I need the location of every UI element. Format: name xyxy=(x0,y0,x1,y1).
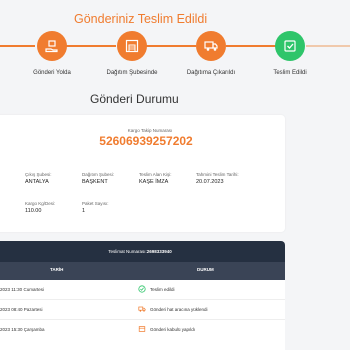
row-status: Teslim edildi xyxy=(150,287,175,292)
step-label-delivered: Teslim Edildi xyxy=(273,70,307,76)
origin-branch-label: Çıkış Şubesi: xyxy=(25,172,52,177)
delivery-truck-icon xyxy=(204,41,218,51)
delivery-branch-label: Dağıtım Şubesi: xyxy=(82,172,115,177)
step-label-out-for-delivery: Dağıtıma Çıkarıldı xyxy=(186,70,236,76)
delivery-number-label: Teslimat Numarası: xyxy=(108,249,147,254)
progress-line xyxy=(0,45,35,47)
box-icon xyxy=(138,326,146,332)
page-title: Gönderiniz Teslim Edildi xyxy=(74,12,208,26)
progress-line xyxy=(226,45,276,47)
progress-line xyxy=(306,45,350,47)
delivered-package-icon xyxy=(284,40,296,52)
box-in-hand-icon xyxy=(45,40,58,53)
delivery-date-value: 20.07.2023 xyxy=(196,179,224,185)
column-header-date: TARİH xyxy=(50,267,64,272)
row-date: 2023 08:40 Pazartesi xyxy=(0,307,43,312)
row-status: Gönderi kabulü yapıldı xyxy=(150,327,196,332)
recipient-label: Teslim Alan Kişi: xyxy=(139,172,172,177)
step-delivered xyxy=(275,31,305,61)
weight-value: 110.00 xyxy=(25,208,42,214)
delivery-number: Teslimat Numarası:2698333940 xyxy=(108,249,172,254)
package-count-value: 1 xyxy=(82,208,86,214)
delivery-date-label: Tahmini Teslim Tarihi: xyxy=(196,172,239,177)
row-status: Gönderi hat aracına yüklendi xyxy=(150,307,208,312)
progress-line xyxy=(146,45,196,47)
row-date: 2023 15:30 Çarşamba xyxy=(0,327,45,332)
row-divider xyxy=(0,299,285,300)
truck-icon xyxy=(138,306,146,312)
row-date: 2023 11:30 Cumartesi xyxy=(0,287,44,292)
weight-label: Kargo Kg/Desi: xyxy=(25,201,56,206)
warehouse-icon xyxy=(125,39,139,53)
table-column-header-bar xyxy=(0,262,285,280)
step-label-in-transit: Gönderi Yolda xyxy=(33,70,71,76)
movements-table xyxy=(0,241,285,350)
row-divider xyxy=(0,319,285,320)
progress-line xyxy=(66,45,116,47)
tracking-number-label: Kargo Takip Numarası xyxy=(127,128,173,133)
step-label-at-branch: Dağıtım Şubesinde xyxy=(106,70,158,76)
column-header-status: DURUM xyxy=(197,267,214,272)
origin-branch-value: ANTALYA xyxy=(25,179,49,185)
check-circle-icon xyxy=(138,285,146,293)
step-at-branch xyxy=(117,31,147,61)
delivery-number-value: 2698333940 xyxy=(146,249,172,254)
tracking-number: 52606939257202 xyxy=(99,134,193,148)
recipient-value: KAŞE İMZA xyxy=(139,179,169,185)
step-out-for-delivery xyxy=(196,31,226,61)
step-in-transit xyxy=(37,31,67,61)
section-title: Gönderi Durumu xyxy=(90,92,179,106)
package-count-label: Paket Sayısı: xyxy=(82,201,109,206)
delivery-branch-value: BAŞKENT xyxy=(82,179,108,185)
